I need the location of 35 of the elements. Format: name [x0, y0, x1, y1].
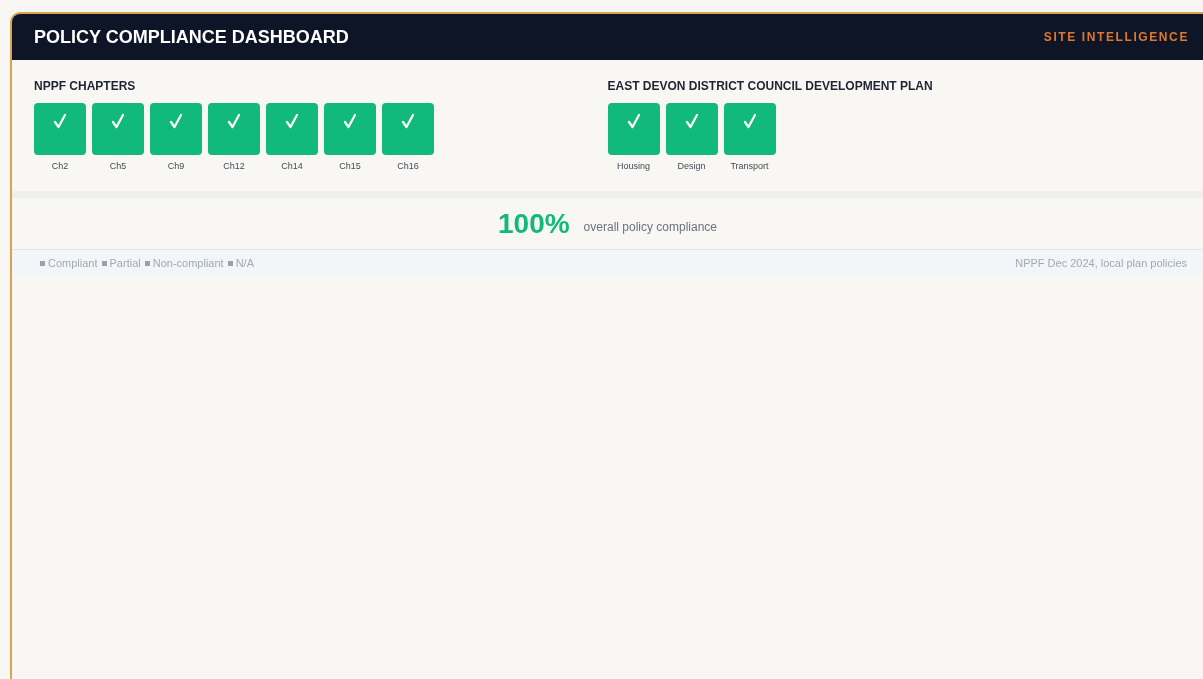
check-icon [626, 113, 641, 129]
tile-label: Housing [617, 161, 650, 171]
dashboard-title: POLICY COMPLIANCE DASHBOARD [34, 26, 349, 48]
tile-label: Ch16 [397, 161, 419, 171]
legend-label: Compliant [48, 257, 98, 269]
group-title: NPPF CHAPTERS [34, 79, 136, 93]
brand-label: SITE INTELLIGENCE [1043, 30, 1189, 44]
check-icon [742, 113, 757, 129]
check-icon [401, 113, 415, 129]
legend-square-icon [227, 260, 233, 266]
check-icon [684, 113, 699, 129]
tile-label: Transport [730, 161, 769, 171]
legend-square-icon [40, 260, 45, 266]
check-icon [53, 113, 67, 129]
tile-label: Ch14 [281, 161, 303, 171]
check-icon [169, 113, 183, 129]
legend-label: N/A [235, 257, 254, 269]
compliance-percentage: 100% [498, 207, 570, 240]
tile-label: Ch5 [109, 161, 127, 171]
legend-square-icon [144, 260, 150, 266]
legend-label: Non-compliant [152, 257, 224, 269]
check-icon [111, 113, 125, 129]
legend-label: Partial [109, 257, 141, 269]
tile-label: Design [677, 161, 706, 171]
group-title: EAST DEVON DISTRICT COUNCIL DEVELOPMENT PLAN [607, 79, 933, 93]
check-icon [343, 113, 357, 129]
source-note: NPPF Dec 2024, local plan policies [1015, 257, 1187, 269]
compliance-label: overall policy compliance [583, 219, 717, 234]
tile-label: Ch9 [167, 161, 185, 171]
tile-label: Ch12 [223, 161, 245, 171]
check-icon [285, 113, 299, 129]
check-icon [227, 113, 241, 129]
legend-square-icon [101, 260, 107, 266]
tile-label: Ch15 [339, 161, 361, 171]
tile-label: Ch2 [51, 161, 69, 171]
